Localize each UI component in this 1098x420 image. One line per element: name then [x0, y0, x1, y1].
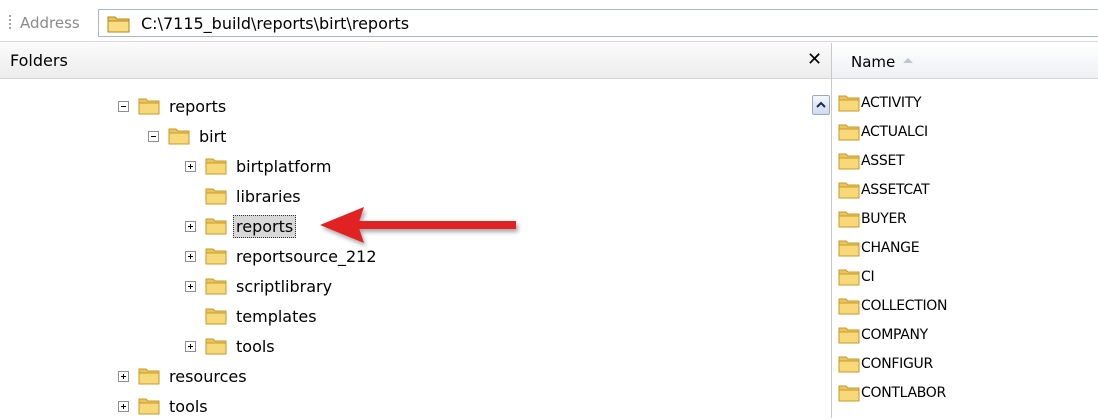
close-icon[interactable]: ✕	[807, 49, 822, 70]
folder-icon	[205, 338, 227, 355]
folder-icon	[138, 368, 160, 385]
plus-box-icon[interactable]	[118, 370, 129, 382]
scroll-up-icon	[816, 101, 826, 108]
folder-icon	[838, 153, 860, 170]
file-list-item[interactable]: ACTIVITY	[838, 90, 922, 116]
plus-box-icon[interactable]	[118, 400, 129, 412]
file-item-label: BUYER	[861, 211, 907, 227]
file-list-pane: Name ACTIVITY ACTUALCI ASSET ASSETCAT BUYER C…	[832, 43, 1098, 418]
folder-icon	[838, 356, 860, 373]
folder-icon	[107, 16, 130, 33]
file-list-item[interactable]: ACTUALCI	[838, 119, 928, 145]
tree-item-birtplatform[interactable]: birtplatform	[185, 152, 334, 180]
file-list-item[interactable]: CONTLABOR	[838, 380, 946, 406]
minus-box-icon[interactable]	[118, 100, 129, 112]
file-item-label: ASSETCAT	[861, 182, 930, 198]
folder-icon	[838, 327, 860, 344]
file-list-item[interactable]: ASSET	[838, 148, 905, 174]
folder-icon	[838, 211, 860, 228]
file-list-item[interactable]: CI	[838, 264, 875, 290]
folder-icon	[205, 278, 227, 295]
address-bar: Address C:\7115_build\reports\birt\repor…	[0, 0, 1098, 42]
tree-item-resources[interactable]: resources	[118, 362, 250, 390]
tree-item-tools[interactable]: tools	[118, 392, 211, 420]
folder-icon	[205, 308, 227, 325]
tree-item-reports[interactable]: reports	[185, 212, 297, 240]
folder-icon	[205, 158, 227, 175]
file-item-label: CONTLABOR	[861, 385, 946, 401]
plus-box-icon[interactable]	[185, 250, 196, 262]
file-list-item[interactable]: BUYER	[838, 206, 907, 232]
folders-title: Folders	[10, 51, 68, 70]
file-item-label: ASSET	[861, 153, 905, 169]
tree-item-label: reportsource_212	[236, 246, 377, 266]
toolbar-grip[interactable]	[9, 14, 11, 30]
tree-item-label: libraries	[236, 186, 301, 206]
plus-box-icon[interactable]	[185, 340, 196, 352]
tree-item-reports[interactable]: reports	[118, 92, 229, 120]
tree-item-label: tools	[169, 396, 208, 416]
folder-icon	[838, 124, 860, 141]
file-list-item[interactable]: COMPANY	[838, 322, 928, 348]
file-item-label: CONFIGUR	[861, 356, 933, 372]
tree-item-label: birtplatform	[236, 156, 332, 176]
tree-item-label: reports	[233, 214, 297, 238]
folder-icon	[838, 269, 860, 286]
address-field[interactable]: C:\7115_build\reports\birt\reports	[98, 9, 1098, 37]
plus-box-icon[interactable]	[185, 160, 196, 172]
tree-item-label: templates	[236, 306, 317, 326]
file-list-item[interactable]: CHANGE	[838, 235, 920, 261]
scroll-up-button[interactable]	[812, 95, 830, 115]
name-column-header[interactable]: Name	[832, 43, 1098, 79]
tree-item-scriptlibrary[interactable]: scriptlibrary	[185, 272, 335, 300]
folder-icon	[138, 398, 160, 415]
plus-box-icon[interactable]	[185, 280, 196, 292]
tree-item-label: resources	[169, 366, 247, 386]
file-item-label: CI	[861, 269, 875, 285]
folder-icon	[838, 298, 860, 315]
tree-item-label: tools	[236, 336, 275, 356]
folder-icon	[838, 240, 860, 257]
sort-ascending-icon	[903, 58, 913, 63]
folder-icon	[205, 248, 227, 265]
minus-box-icon[interactable]	[148, 130, 159, 142]
tree-item-tools[interactable]: tools	[185, 332, 278, 360]
folder-icon	[205, 218, 227, 235]
folders-header: Folders ✕	[0, 43, 831, 79]
folder-icon	[205, 188, 227, 205]
file-item-label: ACTUALCI	[861, 124, 928, 140]
folder-icon	[838, 182, 860, 199]
folder-icon	[168, 128, 190, 145]
address-label: Address	[20, 14, 80, 32]
folder-icon	[838, 95, 860, 112]
red-arrow-annotation	[320, 207, 516, 243]
tree-item-label: reports	[169, 96, 227, 116]
file-list-item[interactable]: ASSETCAT	[838, 177, 930, 203]
plus-box-icon[interactable]	[185, 220, 196, 232]
tree-item-libraries[interactable]: libraries	[185, 182, 304, 210]
file-item-label: COMPANY	[861, 327, 928, 343]
file-list-item[interactable]: COLLECTION	[838, 293, 948, 319]
tree-item-birt[interactable]: birt	[148, 122, 229, 150]
folder-icon	[138, 98, 160, 115]
name-column-label: Name	[851, 53, 896, 71]
file-item-label: ACTIVITY	[861, 95, 922, 111]
file-item-label: CHANGE	[861, 240, 920, 256]
address-path: C:\7115_build\reports\birt\reports	[141, 14, 410, 33]
folder-icon	[838, 385, 860, 402]
file-item-label: COLLECTION	[861, 298, 948, 314]
tree-item-label: scriptlibrary	[236, 276, 333, 296]
tree-item-templates[interactable]: templates	[185, 302, 320, 330]
tree-item-label: birt	[199, 126, 227, 146]
file-list-item[interactable]: CONFIGUR	[838, 351, 933, 377]
